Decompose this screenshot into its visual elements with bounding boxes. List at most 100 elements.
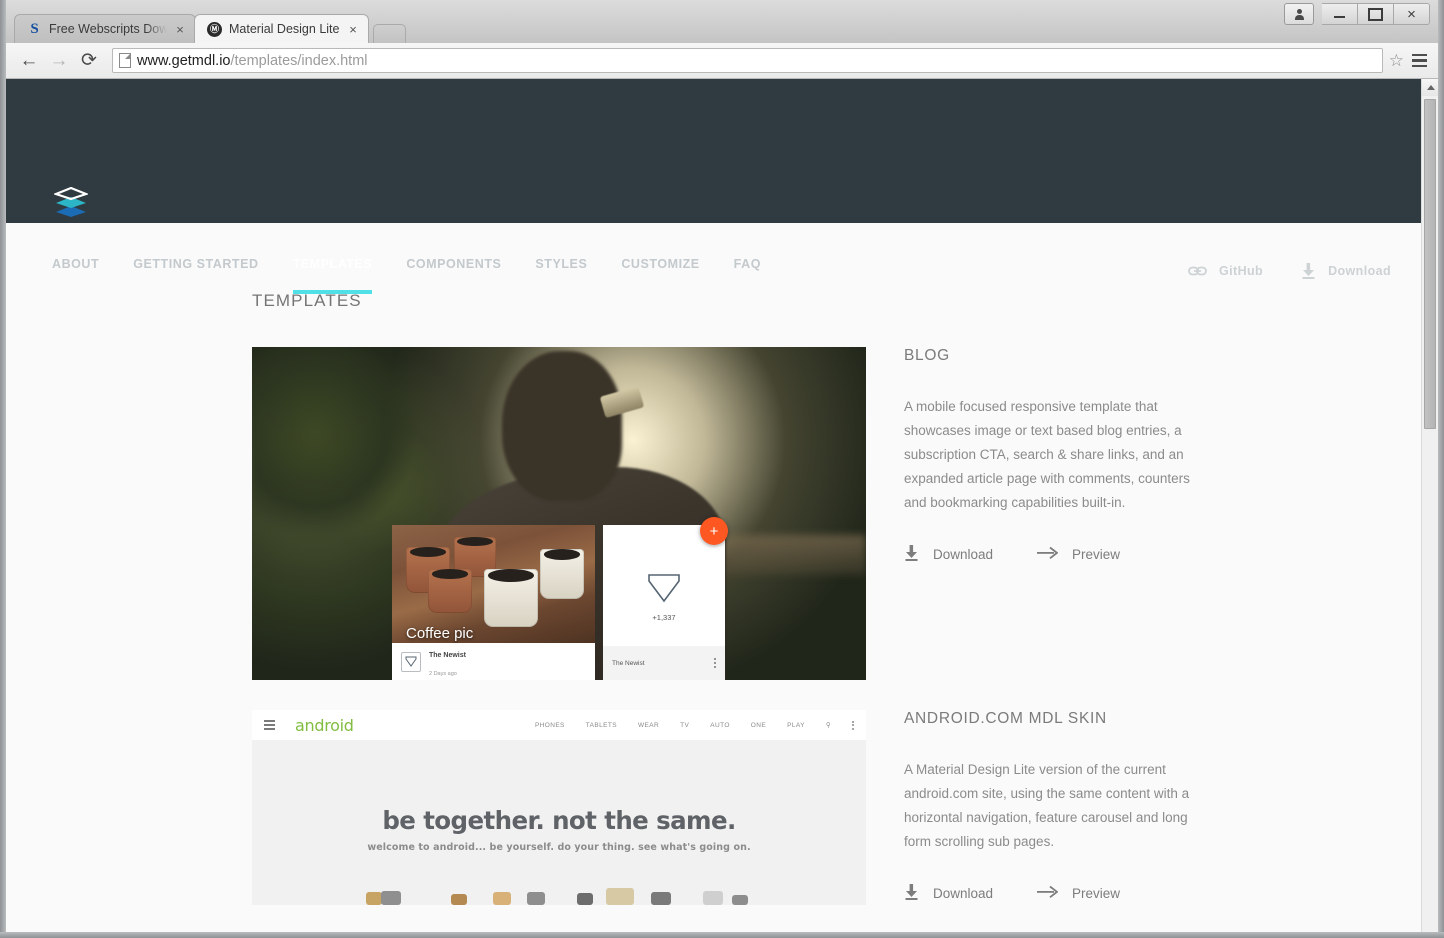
template-description: A mobile focused responsive template tha…	[904, 399, 1190, 510]
page-viewport: ABOUT GETTING STARTED TEMPLATES COMPONEN…	[6, 79, 1438, 932]
window-frame-right	[1438, 0, 1444, 938]
window-frame-bottom	[0, 932, 1444, 938]
card-time: 2 Days ago	[429, 670, 457, 677]
window-frame-left	[0, 0, 6, 938]
v-mark-icon	[647, 573, 681, 608]
link-icon	[1188, 265, 1207, 277]
template-row-blog: + Coffee pic The Newist 2 Days ago +1,33…	[252, 347, 1421, 680]
overflow-menu-icon[interactable]	[852, 720, 854, 730]
blog-download-button[interactable]: Download	[904, 545, 993, 564]
page-content: TEMPLATES + Coffee pic The Newist 2 Days…	[6, 291, 1421, 905]
github-label: GitHub	[1219, 264, 1264, 278]
template-description: A Material Design Lite version of the cu…	[904, 762, 1190, 849]
blog-template-screenshot[interactable]: + Coffee pic The Newist 2 Days ago +1,33…	[252, 347, 866, 680]
arrow-right-icon	[1037, 546, 1059, 563]
web-page: ABOUT GETTING STARTED TEMPLATES COMPONEN…	[6, 79, 1421, 932]
tab-strip: S Free Webscripts Downloa × Ⓜ Material D…	[14, 14, 406, 43]
browser-window: S Free Webscripts Downloa × Ⓜ Material D…	[0, 0, 1444, 938]
browser-toolbar: ← → ⟳ www.getmdl.io/templates/index.html…	[6, 43, 1438, 79]
preview-label: Preview	[1072, 547, 1121, 562]
browser-menu-icon[interactable]	[1408, 48, 1430, 74]
card-footer: The Newist	[603, 646, 725, 680]
close-window-button[interactable]: ×	[1394, 3, 1430, 25]
android-template-info: ANDROID.COM MDL SKIN A Material Design L…	[904, 710, 1194, 905]
blog-card-count[interactable]: +1,337 The Newist	[603, 525, 725, 680]
card-author: The Newist	[612, 659, 645, 667]
material-design-lite-logo[interactable]	[54, 187, 88, 217]
template-name: BLOG	[904, 347, 950, 364]
android-nav-play[interactable]: PLAY	[787, 722, 805, 729]
hamburger-icon[interactable]	[264, 720, 275, 730]
page-title: TEMPLATES	[252, 291, 362, 310]
browser-tab-active[interactable]: Ⓜ Material Design Lite ×	[194, 14, 369, 43]
title-bar: S Free Webscripts Downloa × Ⓜ Material D…	[0, 0, 1444, 43]
github-link[interactable]: GitHub	[1188, 264, 1263, 278]
page-scrollbar[interactable]	[1421, 79, 1438, 932]
download-label: Download	[1328, 264, 1391, 278]
forward-button[interactable]: →	[44, 46, 74, 76]
back-button[interactable]: ←	[14, 46, 44, 76]
nav-item-about[interactable]: ABOUT	[52, 257, 99, 294]
android-nav-auto[interactable]: AUTO	[710, 722, 730, 729]
address-bar[interactable]: www.getmdl.io/templates/index.html	[112, 48, 1383, 73]
android-top-bar: android PHONES TABLETS WEAR TV AUTO ONE …	[252, 710, 866, 740]
page-info-icon[interactable]	[119, 53, 131, 68]
bookmark-star-icon[interactable]: ☆	[1389, 51, 1404, 71]
nav-item-templates[interactable]: TEMPLATES	[292, 257, 373, 294]
android-download-button[interactable]: Download	[904, 884, 993, 903]
nav-item-components[interactable]: COMPONENTS	[406, 257, 501, 294]
softpedia-s-icon: S	[30, 20, 39, 37]
download-icon	[1301, 263, 1316, 279]
android-character-strip	[252, 859, 866, 905]
close-icon[interactable]: ×	[347, 22, 359, 37]
android-template-screenshot[interactable]: android PHONES TABLETS WEAR TV AUTO ONE …	[252, 710, 866, 905]
template-name: ANDROID.COM MDL SKIN	[904, 710, 1107, 727]
arrow-right-icon	[1037, 885, 1059, 902]
nav-item-customize[interactable]: CUSTOMIZE	[621, 257, 699, 294]
url-text: www.getmdl.io/templates/index.html	[137, 53, 368, 69]
download-label: Download	[933, 547, 994, 562]
minimize-button[interactable]	[1322, 3, 1358, 25]
android-site-mock: android PHONES TABLETS WEAR TV AUTO ONE …	[252, 710, 866, 905]
blog-card-coffee[interactable]: Coffee pic The Newist 2 Days ago	[392, 525, 595, 680]
search-icon[interactable]: ⚲	[826, 721, 831, 729]
template-actions: Download Preview	[904, 884, 1194, 903]
close-icon[interactable]: ×	[174, 22, 186, 37]
maximize-button[interactable]	[1358, 3, 1394, 25]
tab-title: Material Design Lite	[229, 22, 340, 36]
android-nav-phones[interactable]: PHONES	[535, 722, 565, 729]
floating-action-button[interactable]: +	[700, 517, 728, 545]
person-icon	[1294, 8, 1304, 20]
android-nav-tablets[interactable]: TABLETS	[586, 722, 617, 729]
download-icon	[904, 884, 919, 903]
nav-item-styles[interactable]: STYLES	[535, 257, 587, 294]
browser-tab-inactive[interactable]: S Free Webscripts Downloa ×	[14, 14, 196, 43]
tab-title: Free Webscripts Downloa	[49, 22, 167, 36]
profile-button[interactable]	[1284, 3, 1314, 25]
blog-template-info: BLOG A mobile focused responsive templat…	[904, 347, 1194, 680]
card-footer: The Newist 2 Days ago	[392, 643, 595, 680]
nav-item-getting-started[interactable]: GETTING STARTED	[133, 257, 258, 294]
nav-item-faq[interactable]: FAQ	[734, 257, 761, 294]
scroll-up-icon[interactable]	[1422, 79, 1438, 96]
download-icon	[904, 545, 919, 564]
preview-label: Preview	[1072, 886, 1121, 901]
card-title: Coffee pic	[406, 625, 474, 642]
android-wordmark: android	[295, 715, 354, 735]
template-row-android: android PHONES TABLETS WEAR TV AUTO ONE …	[252, 710, 1421, 905]
scrollbar-thumb[interactable]	[1424, 99, 1436, 429]
new-tab-button[interactable]	[373, 24, 406, 43]
card-author: The Newist	[429, 651, 466, 659]
overflow-menu-icon[interactable]	[714, 658, 716, 668]
blog-preview-button[interactable]: Preview	[1037, 545, 1120, 564]
main-navigation: ABOUT GETTING STARTED TEMPLATES COMPONEN…	[52, 257, 795, 294]
android-headline: be together. not the same.	[382, 806, 736, 835]
android-nav-one[interactable]: ONE	[751, 722, 766, 729]
download-link[interactable]: Download	[1301, 263, 1391, 279]
reload-icon[interactable]: ⟳	[74, 46, 104, 76]
android-nav-tv[interactable]: TV	[680, 722, 689, 729]
android-nav-wear[interactable]: WEAR	[638, 722, 659, 729]
url-path: /templates/index.html	[230, 52, 368, 69]
android-preview-button[interactable]: Preview	[1037, 884, 1120, 903]
mdl-icon: Ⓜ	[207, 21, 222, 37]
